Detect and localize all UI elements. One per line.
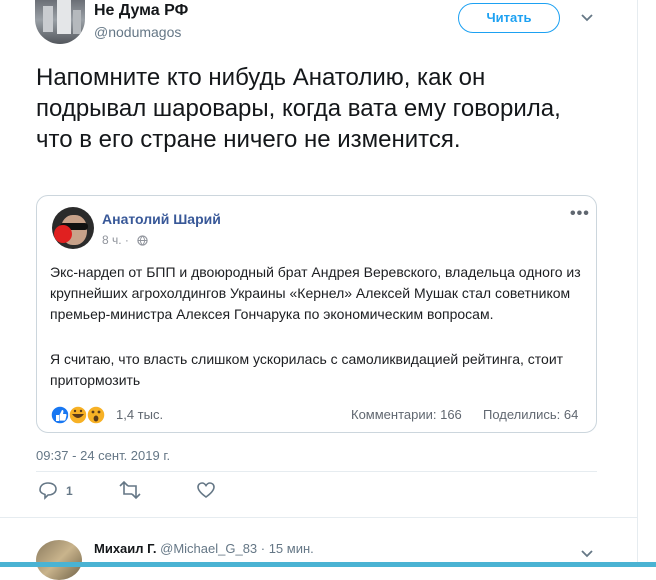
reply-author-avatar[interactable] xyxy=(36,540,82,580)
tweet-text: Напомните кто нибудь Анатолию, как он по… xyxy=(36,64,561,153)
reply-icon[interactable] xyxy=(39,482,57,500)
globe-icon xyxy=(137,235,148,246)
reply-count: 1 xyxy=(66,484,73,498)
author-avatar[interactable] xyxy=(35,0,85,44)
thread-separator xyxy=(0,517,637,518)
author-name[interactable]: Не Дума РФ xyxy=(94,2,188,20)
reactions-icons xyxy=(50,405,106,425)
right-border xyxy=(637,0,638,567)
shares-count: Поделились: 64 xyxy=(483,407,579,422)
retweet-icon[interactable] xyxy=(119,480,141,500)
fb-author-avatar xyxy=(52,207,94,249)
bottom-accent-bar xyxy=(0,562,656,567)
reply-author-handle[interactable]: @Michael_G_83 · 15 мин. xyxy=(160,541,314,556)
author-handle[interactable]: @nodumagos xyxy=(94,24,181,40)
follow-button[interactable]: Читать xyxy=(458,3,560,33)
fb-post-time: 8 ч. · xyxy=(102,233,129,247)
reply-author-name[interactable]: Михаил Г. xyxy=(94,541,157,556)
reply-header: Михаил Г. @Michael_G_83 · 15 мин. xyxy=(94,541,314,556)
divider xyxy=(36,471,597,472)
fb-author-name: Анатолий Шарий xyxy=(102,211,221,227)
fb-post-paragraph-1: Экс-нардеп от БПП и двоюродный брат Андр… xyxy=(50,264,581,322)
reply-chevron-down-icon[interactable] xyxy=(580,548,594,560)
comments-count: Комментарии: 166 xyxy=(351,407,462,422)
fb-post-paragraph-2: Я считаю, что власть слишком ускорилась … xyxy=(50,351,564,388)
reaction-count: 1,4 тыс. xyxy=(116,407,164,422)
tweet-timestamp[interactable]: 09:37 - 24 сент. 2019 г. xyxy=(36,448,170,463)
action-bar xyxy=(39,480,215,500)
more-options-icon: ••• xyxy=(570,205,590,222)
like-icon[interactable] xyxy=(197,482,215,498)
chevron-down-icon[interactable] xyxy=(580,12,594,24)
